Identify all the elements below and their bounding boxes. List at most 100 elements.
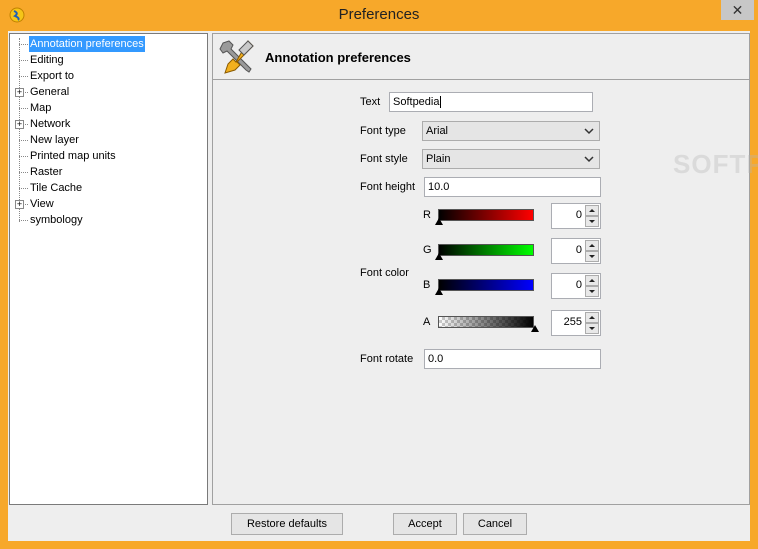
category-tree[interactable]: Annotation preferences Editing Export to + G… xyxy=(9,33,208,505)
text-input[interactable]: Softpedia xyxy=(389,92,593,112)
channel-a-spinner[interactable]: 255 xyxy=(551,310,601,336)
tree-item-tile-cache[interactable]: Tile Cache xyxy=(10,180,207,196)
spinner-up-button[interactable] xyxy=(585,205,599,216)
font-height-value: 10.0 xyxy=(428,181,450,193)
font-rotate-label: Font rotate xyxy=(360,353,414,365)
channel-r-spinner[interactable]: 0 xyxy=(551,203,601,229)
tools-icon xyxy=(219,40,254,74)
tree-connector xyxy=(19,76,28,77)
spinner-up-button[interactable] xyxy=(585,240,599,251)
spinner-down-button[interactable] xyxy=(585,216,599,227)
tree-item-label: Printed map units xyxy=(30,150,116,162)
slider-thumb[interactable] xyxy=(435,218,443,225)
font-rotate-input[interactable]: 0.0 xyxy=(424,349,601,369)
arrow-down-icon xyxy=(589,255,595,258)
channel-a-slider[interactable] xyxy=(438,316,534,328)
slider-thumb[interactable] xyxy=(435,288,443,295)
channel-g-slider[interactable] xyxy=(438,244,534,256)
font-color-label: Font color xyxy=(360,267,409,279)
font-height-input[interactable]: 10.0 xyxy=(424,177,601,197)
expand-plus-icon[interactable]: + xyxy=(15,200,24,209)
restore-defaults-button[interactable]: Restore defaults xyxy=(231,513,343,535)
tree-item-label: Raster xyxy=(30,166,63,178)
slider-thumb[interactable] xyxy=(531,325,539,332)
channel-g-label: G xyxy=(423,244,432,256)
tree-item-label: Editing xyxy=(30,54,64,66)
dialog-body: Annotation preferences Editing Export to + G… xyxy=(8,31,758,541)
channel-r-slider[interactable] xyxy=(438,209,534,221)
chevron-down-icon xyxy=(584,156,594,163)
arrow-down-icon xyxy=(589,290,595,293)
tree-connector xyxy=(19,172,28,173)
spinner-up-button[interactable] xyxy=(585,275,599,286)
font-rotate-value: 0.0 xyxy=(428,353,444,365)
channel-b-spinner[interactable]: 0 xyxy=(551,273,601,299)
tree-item-label: View xyxy=(30,198,54,210)
channel-a-label: A xyxy=(423,316,431,328)
tree-item-symbology[interactable]: symbology xyxy=(10,212,207,228)
spinner-down-button[interactable] xyxy=(585,251,599,262)
preferences-window: Preferences ✕ Annotation preferences Edit… xyxy=(0,0,758,549)
text-value: Softpedia xyxy=(393,96,440,108)
text-label: Text xyxy=(360,96,381,108)
tree-item-label: Tile Cache xyxy=(30,182,83,194)
channel-r-label: R xyxy=(423,209,431,221)
arrow-down-icon xyxy=(589,327,595,330)
text-caret xyxy=(440,96,442,109)
font-type-label: Font type xyxy=(360,125,406,137)
window-title: Preferences xyxy=(338,6,420,23)
tree-item-network[interactable]: + Network xyxy=(10,116,207,132)
tree-item-label: Export to xyxy=(30,70,75,82)
expand-plus-icon[interactable]: + xyxy=(15,88,24,97)
tree-item-new-layer[interactable]: New layer xyxy=(10,132,207,148)
close-button[interactable]: ✕ xyxy=(721,0,754,20)
font-height-label: Font height xyxy=(360,181,416,193)
tree-item-label: Network xyxy=(30,118,71,130)
spinner-down-button[interactable] xyxy=(585,323,599,334)
panel-header: Annotation preferences xyxy=(213,34,749,80)
slider-thumb[interactable] xyxy=(435,253,443,260)
font-style-select[interactable]: Plain xyxy=(422,149,600,169)
cancel-button[interactable]: Cancel xyxy=(463,513,527,535)
tree-item-printed-map-units[interactable]: Printed map units xyxy=(10,148,207,164)
spinner-value: 255 xyxy=(563,316,582,328)
tree-item-editing[interactable]: Editing xyxy=(10,52,207,68)
font-type-select[interactable]: Arial xyxy=(422,121,600,141)
spinner-value: 0 xyxy=(575,279,582,291)
chevron-down-icon xyxy=(584,128,594,135)
arrow-up-icon xyxy=(589,209,595,212)
panel-title: Annotation preferences xyxy=(265,50,411,65)
tree-connector xyxy=(19,140,28,141)
tree-connector xyxy=(19,108,28,109)
expand-plus-icon[interactable]: + xyxy=(15,120,24,129)
preferences-panel: Annotation preferences SOFTPEDIA Text So… xyxy=(212,33,758,505)
tree-connector xyxy=(19,44,28,45)
tree-item-general[interactable]: + General xyxy=(10,84,207,100)
tree-connector xyxy=(19,220,28,221)
tree-item-label: Annotation preferences xyxy=(29,36,145,52)
arrow-up-icon xyxy=(589,244,595,247)
tree-item-export-to[interactable]: Export to xyxy=(10,68,207,84)
font-type-value: Arial xyxy=(426,125,449,137)
tree-connector xyxy=(19,188,28,189)
tree-item-label: New layer xyxy=(30,134,79,146)
tree-item-annotation-preferences[interactable]: Annotation preferences xyxy=(10,36,207,52)
tree-item-view[interactable]: + View xyxy=(10,196,207,212)
spinner-value: 0 xyxy=(575,244,582,256)
spinner-value: 0 xyxy=(575,209,582,221)
tree-item-label: General xyxy=(30,86,70,98)
channel-b-slider[interactable] xyxy=(438,279,534,291)
title-bar[interactable]: Preferences ✕ xyxy=(0,0,758,31)
arrow-down-icon xyxy=(589,220,595,223)
spinner-down-button[interactable] xyxy=(585,286,599,297)
spinner-up-button[interactable] xyxy=(585,312,599,323)
channel-g-spinner[interactable]: 0 xyxy=(551,238,601,264)
watermark: SOFTPEDIA xyxy=(673,149,758,179)
tree-item-map[interactable]: Map xyxy=(10,100,207,116)
tree-item-raster[interactable]: Raster xyxy=(10,164,207,180)
tree-item-label: symbology xyxy=(30,214,83,226)
accept-button[interactable]: Accept xyxy=(393,513,457,535)
tree-connector xyxy=(19,60,28,61)
tree-item-label: Map xyxy=(30,102,52,114)
arrow-up-icon xyxy=(589,316,595,319)
